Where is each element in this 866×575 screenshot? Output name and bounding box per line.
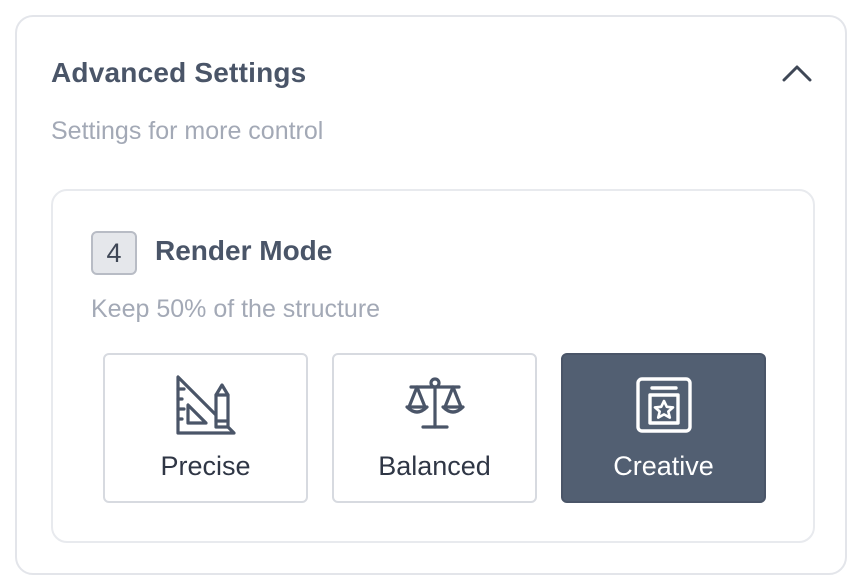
advanced-settings-panel: Advanced Settings Settings for more cont…: [15, 15, 847, 575]
ruler-pencil-icon: [174, 373, 238, 437]
mode-option-precise[interactable]: Precise: [103, 353, 308, 503]
mode-option-creative[interactable]: Creative: [561, 353, 766, 503]
panel-subtitle: Settings for more control: [51, 117, 324, 145]
mode-option-label: Balanced: [378, 451, 491, 481]
balance-scale-icon: [403, 373, 467, 437]
star-frame-icon: [632, 373, 696, 437]
step-number-badge: 4: [91, 231, 137, 275]
render-mode-title: Render Mode: [155, 235, 333, 266]
collapse-button[interactable]: [779, 55, 815, 91]
render-mode-card: 4 Render Mode Keep 50% of the structure: [51, 189, 815, 543]
mode-option-balanced[interactable]: Balanced: [332, 353, 537, 503]
mode-option-label: Precise: [160, 451, 251, 481]
render-mode-description: Keep 50% of the structure: [91, 295, 381, 323]
panel-title: Advanced Settings: [51, 57, 307, 88]
mode-option-label: Creative: [613, 451, 714, 481]
chevron-up-icon: [782, 65, 812, 82]
render-mode-options: Precise Balanced Creative: [103, 353, 766, 503]
